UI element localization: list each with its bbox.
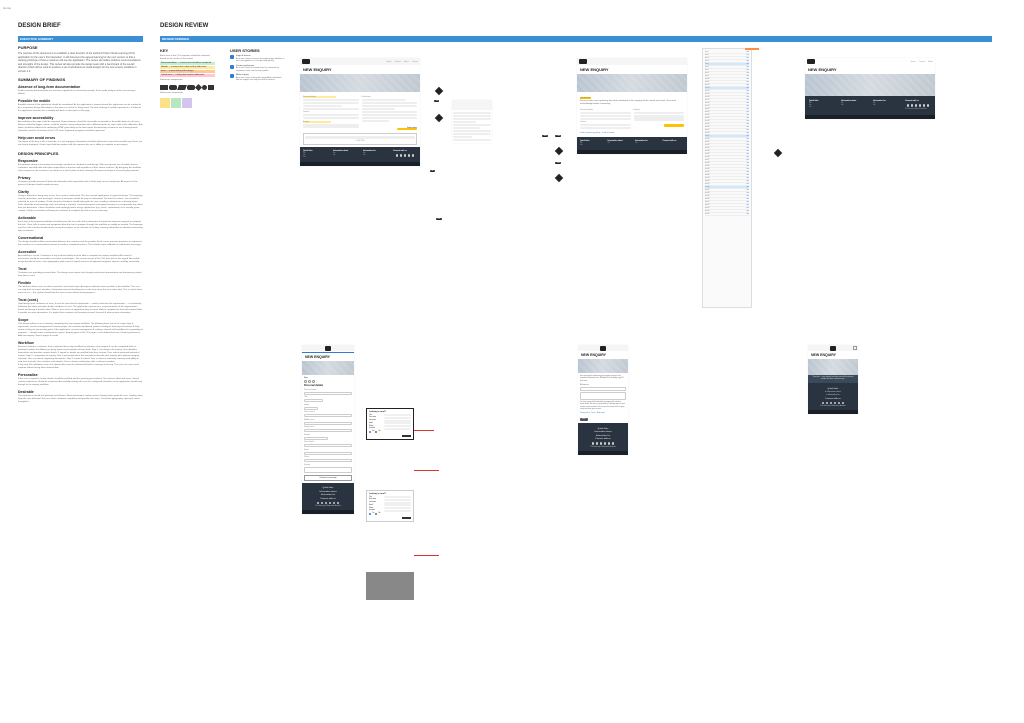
list-item[interactable]: Item 55view bbox=[705, 213, 749, 216]
shape-rounded-icon bbox=[169, 85, 177, 90]
step-3-icon bbox=[312, 380, 315, 383]
shape-diamond-icon bbox=[195, 84, 202, 91]
decision-4-icon bbox=[555, 174, 563, 182]
text-input[interactable] bbox=[384, 428, 411, 430]
flow-no-label: No bbox=[430, 170, 435, 172]
hero-image bbox=[805, 74, 935, 96]
user-stories-box: USER STORIES Login & accessAs a user I w… bbox=[230, 48, 285, 84]
legend-notes bbox=[160, 98, 215, 108]
text-input[interactable] bbox=[384, 420, 411, 422]
user-story: Make enquiryAs a user I want to describe… bbox=[230, 74, 285, 82]
highlight-bar bbox=[745, 48, 759, 50]
text-input[interactable] bbox=[384, 425, 411, 427]
hero-image bbox=[577, 74, 687, 92]
screen-mobile-form: NEW ENQUIRY Step Personal details Prefer… bbox=[302, 345, 354, 514]
screen-desktop-form-v2: NEW ENQUIRY Declaration Privacy notice t… bbox=[577, 58, 687, 154]
text-input[interactable] bbox=[384, 417, 411, 419]
hero-image bbox=[808, 359, 858, 375]
exec-summary-bar: EXECUTIVE SUMMARY bbox=[18, 36, 143, 42]
checkbox-icon bbox=[230, 65, 234, 69]
note-question-icon bbox=[182, 98, 192, 108]
flow-end-label: End bbox=[436, 218, 442, 220]
note-recommendation-icon bbox=[171, 98, 181, 108]
confirmation-banner: Thank you — your enquiry has been receiv… bbox=[808, 375, 858, 383]
canvas-label: Home bbox=[3, 6, 11, 10]
decision-5-icon bbox=[774, 149, 782, 157]
popup-enrol-v2: Looking to enrol? TitleFirst nameLast na… bbox=[366, 490, 414, 522]
popup-overlay bbox=[366, 572, 414, 600]
screen-mobile-confirmation: NEW ENQUIRY Intro paragraph explaining t… bbox=[578, 345, 628, 455]
social-icon[interactable] bbox=[317, 502, 320, 505]
text-input[interactable] bbox=[384, 496, 411, 498]
logo-icon bbox=[807, 59, 815, 64]
menu-icon[interactable] bbox=[853, 346, 857, 350]
key-critical: Critical issue — a failing that must be … bbox=[160, 74, 215, 77]
annotation-line bbox=[414, 555, 439, 556]
social-icon[interactable] bbox=[333, 502, 336, 505]
text-input[interactable] bbox=[384, 414, 411, 416]
annotation-line bbox=[414, 470, 439, 471]
user-story: Login & accessAs a user I want to access… bbox=[230, 55, 285, 63]
checkbox-icon bbox=[230, 74, 234, 78]
text-input[interactable] bbox=[384, 499, 411, 501]
text-input[interactable] bbox=[384, 502, 411, 504]
annotation-line bbox=[414, 430, 434, 431]
brief-title: DESIGN BRIEF bbox=[18, 23, 61, 29]
top-nav: HomeCoursesAboutContact bbox=[387, 61, 418, 63]
text-input[interactable] bbox=[384, 510, 411, 512]
text-input[interactable] bbox=[384, 422, 411, 424]
social-icon[interactable] bbox=[321, 502, 324, 505]
submit-button[interactable]: Submit enquiry bbox=[397, 128, 417, 131]
logo-icon bbox=[830, 346, 836, 351]
screen-desktop-annotated bbox=[452, 100, 492, 143]
social-icon[interactable] bbox=[337, 502, 340, 505]
text-input[interactable] bbox=[384, 507, 411, 509]
decision-2-icon bbox=[435, 114, 443, 122]
screen-desktop-confirmation: HomeCoursesAbout NEW ENQUIRY Quick links… bbox=[805, 58, 935, 119]
key-recommendation: Recommendation — a feature that should b… bbox=[160, 62, 215, 65]
done-button[interactable]: Done bbox=[580, 418, 588, 421]
hero-image bbox=[302, 361, 354, 375]
logo-icon bbox=[302, 59, 310, 64]
key-box: KEY Each area of the OVL enquiries shoul… bbox=[160, 48, 215, 108]
hero-image bbox=[300, 74, 420, 92]
logo-icon bbox=[579, 59, 587, 64]
social-icon[interactable] bbox=[329, 502, 332, 505]
shape-small-icon bbox=[208, 85, 214, 90]
continue-button[interactable]: Continue to next step bbox=[304, 475, 352, 481]
submit-button[interactable] bbox=[664, 124, 684, 127]
screen-mobile-short: NEW ENQUIRY Thank you — your enquiry has… bbox=[808, 345, 858, 414]
logo-icon bbox=[325, 346, 331, 351]
text-input[interactable] bbox=[384, 504, 411, 506]
footer: Quick linksLinkLinkLink Information abou… bbox=[300, 147, 420, 162]
popup-enrol-v1: Looking to enrol? TitleFirst nameLast na… bbox=[366, 408, 414, 440]
note-observation-icon bbox=[160, 98, 170, 108]
shape-parallelogram-icon bbox=[177, 85, 187, 90]
step-2-icon bbox=[308, 380, 311, 383]
review-title: DESIGN REVIEW bbox=[160, 23, 208, 29]
shape-pill-icon bbox=[187, 85, 195, 90]
checkbox-icon bbox=[230, 55, 234, 59]
shape-circle-icon bbox=[202, 85, 207, 90]
flow-yes-label: Yes bbox=[434, 100, 439, 102]
popup-submit-button[interactable]: Submit bbox=[402, 517, 411, 519]
brief-body: PURPOSE The purpose of this document is … bbox=[18, 45, 143, 404]
screen-long-list: Item 1viewItem 2viewItem 3viewItem 4view… bbox=[702, 48, 752, 308]
screen-desktop-form-v1: HomeCoursesAboutContact NEW ENQUIRY Pers… bbox=[300, 58, 420, 166]
flow-start: Start bbox=[542, 135, 548, 137]
review-findings-bar: REVIEW FINDINGS bbox=[160, 36, 992, 42]
popup-submit-button[interactable]: Submit bbox=[402, 435, 411, 437]
user-story: Contact preferenceAs a user I want to ch… bbox=[230, 65, 285, 73]
legend-shapes bbox=[160, 85, 215, 90]
decision-1-icon bbox=[435, 87, 443, 95]
key-notable: Notable — a feature that is done well or… bbox=[160, 66, 215, 69]
social-icon[interactable] bbox=[325, 502, 328, 505]
logo-icon bbox=[600, 346, 606, 351]
shape-rect-icon bbox=[160, 85, 168, 90]
step-1-icon bbox=[304, 380, 307, 383]
key-issue: Issue — a minor failing of the design bbox=[160, 70, 215, 73]
hero-image bbox=[578, 359, 628, 373]
decision-3-icon bbox=[555, 147, 563, 155]
